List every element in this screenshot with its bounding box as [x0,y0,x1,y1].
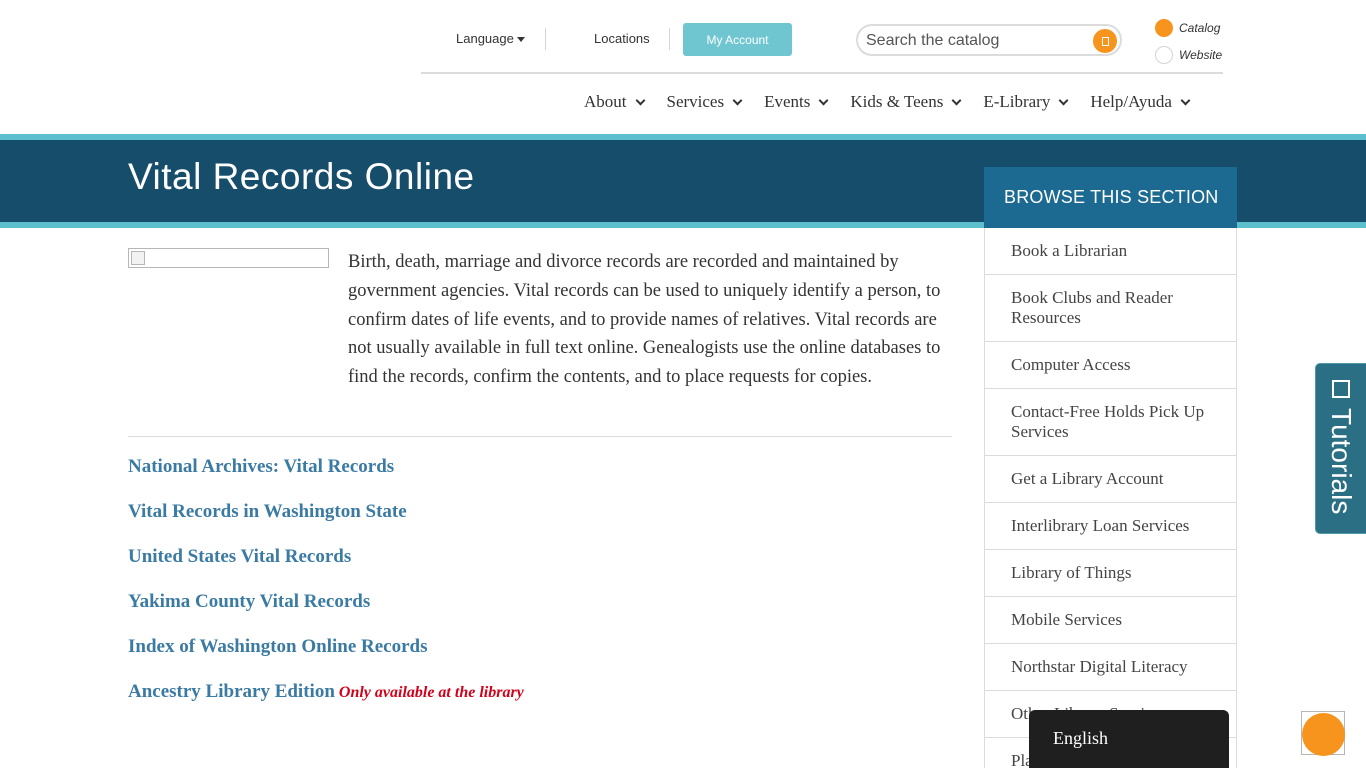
nav-item-help-ayuda[interactable]: Help/Ayuda [1090,92,1191,112]
my-account-button[interactable]: My Account [683,23,792,56]
search-input[interactable] [866,30,1088,52]
sidebar-item-library-account[interactable]: Get a Library Account [985,456,1236,503]
chevron-down-icon [818,95,829,105]
nav-label: Events [764,92,811,111]
broken-image-icon [131,251,145,265]
link-label: Ancestry Library Edition [128,681,335,702]
locations-link[interactable]: Locations [594,31,650,46]
link-label: Index of Washington Online Records [128,636,428,657]
language-dropdown[interactable]: Language [456,31,525,46]
sidebar-item-contact-free-holds[interactable]: Contact-Free Holds Pick Up Services [985,389,1236,456]
chevron-down-icon [1180,95,1191,105]
link-national-archives[interactable]: National Archives: Vital Records [128,453,524,498]
availability-note: Only available at the library [338,684,524,701]
divider [545,28,546,50]
chevron-down-icon [732,95,743,105]
sidebar-item-library-of-things[interactable]: Library of Things [985,550,1236,597]
divider [669,28,670,50]
chevron-down-icon [635,95,645,105]
page-title: Vital Records Online [128,156,475,197]
broken-image [128,248,329,268]
radio-unselected-icon [1155,46,1173,64]
chat-icon [1302,713,1345,756]
caret-down-icon [516,37,525,43]
sidebar-item-mobile-services[interactable]: Mobile Services [985,597,1236,644]
site-header: Language Locations My Account Catalog We… [0,0,1366,134]
vital-records-links: National Archives: Vital Records Vital R… [128,453,524,723]
language-current: English [1053,728,1109,748]
link-ancestry[interactable]: Ancestry Library Edition Only available a… [128,678,524,723]
content-divider [128,436,952,437]
search-button[interactable] [1093,29,1117,53]
sidebar-item-book-clubs[interactable]: Book Clubs and Reader Resources [985,275,1236,342]
scope-website-option[interactable]: Website [1155,46,1222,64]
nav-label: Services [666,92,725,111]
tutorials-label: Tutorials [1326,408,1357,515]
link-label: United States Vital Records [128,546,352,567]
link-united-states[interactable]: United States Vital Records [128,543,524,588]
sidebar-heading: BROWSE THIS SECTION [984,167,1237,228]
tutorials-tab[interactable]: Tutorials [1315,363,1366,534]
sidebar-item-interlibrary-loan[interactable]: Interlibrary Loan Services [985,503,1236,550]
scope-catalog-label: Catalog [1179,21,1221,35]
link-label: National Archives: Vital Records [128,456,395,477]
nav-item-services[interactable]: Services [666,92,743,112]
sidebar-item-book-a-librarian[interactable]: Book a Librarian [985,228,1236,275]
link-label: Yakima County Vital Records [128,591,371,612]
catalog-search [856,24,1122,56]
search-icon [1101,36,1109,46]
nav-label: About [584,92,627,111]
chevron-down-icon [1058,95,1069,105]
link-washington-index[interactable]: Index of Washington Online Records [128,633,524,678]
scope-catalog-option[interactable]: Catalog [1155,19,1220,37]
nav-item-about[interactable]: About [584,92,645,112]
sidebar-item-computer-access[interactable]: Computer Access [985,342,1236,389]
link-washington-state[interactable]: Vital Records in Washington State [128,498,524,543]
nav-item-events[interactable]: Events [764,92,829,112]
header-divider [421,72,1223,74]
sidebar-menu: Book a Librarian Book Clubs and Reader R… [984,228,1237,768]
intro-paragraph: Birth, death, marriage and divorce recor… [348,252,941,388]
nav-item-e-library[interactable]: E-Library [983,92,1069,112]
sidebar-item-northstar[interactable]: Northstar Digital Literacy [985,644,1236,691]
link-yakima-county[interactable]: Yakima County Vital Records [128,588,524,633]
language-label: Language [456,31,514,46]
nav-label: Help/Ayuda [1090,92,1172,111]
nav-item-kids-teens[interactable]: Kids & Teens [850,92,962,112]
main-nav: About Services Events Kids & Teens E-Lib… [584,92,1191,112]
language-switcher[interactable]: English [1029,710,1229,768]
nav-label: E-Library [983,92,1051,111]
radio-selected-icon [1155,19,1173,37]
scope-website-label: Website [1179,48,1223,62]
nav-label: Kids & Teens [850,92,944,111]
chevron-down-icon [951,95,962,105]
square-icon [1332,380,1350,398]
chat-widget-button[interactable] [1301,711,1345,756]
link-label: Vital Records in Washington State [128,501,407,522]
